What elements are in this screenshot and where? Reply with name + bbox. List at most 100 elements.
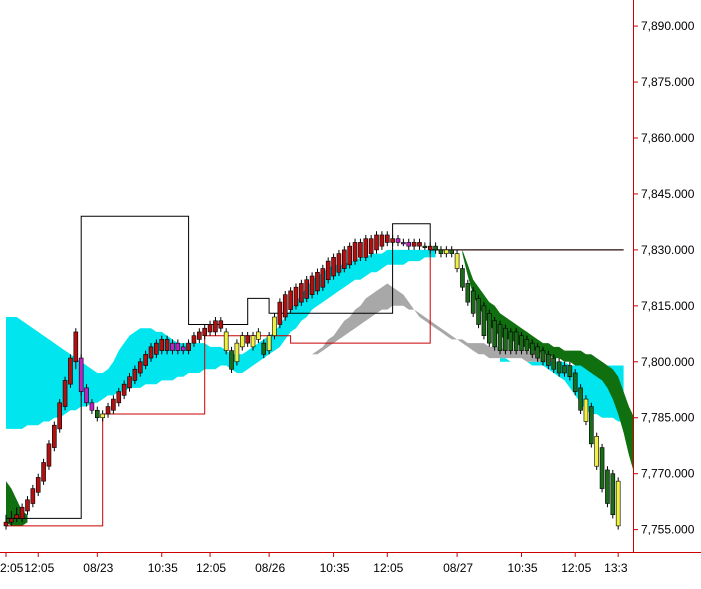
candle-body [481,305,487,336]
candle [476,294,481,329]
candle-body [390,238,395,243]
candle-body [492,320,497,348]
candle [508,328,514,355]
candle-body [148,346,154,359]
candle-body [250,335,256,348]
candle [513,328,519,355]
candle-body [132,368,138,381]
candle-body [266,335,272,351]
candle-body [304,279,310,299]
candle-body [535,346,540,359]
candle-body [374,234,379,251]
candle [481,302,487,340]
candle-body [583,398,589,422]
candle [342,246,347,273]
candle [272,313,277,340]
candle-body [19,506,25,519]
candle-body [154,342,159,355]
candle [229,346,234,373]
candle-body [562,365,567,374]
y-tick-label: 7,860.000 [641,131,695,145]
y-tick-label: 7,800.000 [641,355,695,369]
candle [277,298,283,329]
candle-body [3,521,9,527]
candle [470,287,476,318]
candle-body [111,398,116,411]
candle [46,440,52,470]
candle-body [529,342,535,355]
candle [78,354,84,396]
y-tick-label: 7,845.000 [641,187,695,201]
candle [460,264,465,291]
candle [605,466,610,508]
candle-body [540,350,546,363]
x-tick-label: 12:05 [24,561,54,575]
candle-body [444,249,449,254]
candle-body [519,335,524,351]
candle-body [9,518,14,523]
candle-body [170,342,175,351]
candle-body [325,260,331,281]
candle [363,234,369,262]
candle [352,238,358,265]
x-tick-label: 12:05 [373,561,403,575]
candle-body [239,335,245,348]
candle-body [465,283,471,303]
candle-body [615,480,621,527]
candle-body [433,245,438,251]
candle-body [277,301,283,325]
candle-body [175,342,181,351]
candle-body [358,242,363,258]
candle-body [315,271,320,292]
candle-body [422,245,428,248]
candle-body [57,402,63,430]
candle [336,249,342,276]
x-tick-label: 12:05 [561,561,591,575]
candle [68,354,73,388]
candle [572,369,578,396]
candle-body [476,298,481,325]
candle-body [384,234,390,243]
candle-body [551,357,557,370]
candle-body [379,234,385,247]
candle [299,279,304,306]
candle-body [368,238,374,254]
candle [615,477,621,530]
candle-body [299,283,304,303]
candle-body [454,253,460,269]
candle-body [288,290,293,310]
candle-body [524,339,530,351]
candle-body [14,514,20,519]
y-tick-label: 7,890.000 [641,19,695,33]
candle-body [470,290,476,314]
x-tick-label: 10:35 [148,561,178,575]
candle [594,432,600,470]
candle-body [438,249,444,254]
candle-body [272,316,277,336]
y-tick-label: 7,875.000 [641,75,695,89]
candle-body [143,354,148,366]
candle [41,458,46,485]
candle-body [411,242,417,247]
candle-body [121,383,127,396]
candle-body [159,339,165,351]
candle [583,395,589,426]
y-tick-label: 7,830.000 [641,243,695,257]
candle-body [449,249,455,254]
candle-body [213,320,218,333]
candle-body [282,294,288,318]
candle [304,276,310,303]
candle [325,257,331,284]
candle-body [406,242,412,247]
candle-body [486,312,492,344]
candle [320,264,326,291]
candle [610,469,616,519]
candle-body [223,331,229,351]
candle [57,399,63,433]
candle [234,339,240,366]
candle-body [352,242,358,262]
candle [309,272,315,299]
candle [492,317,497,351]
candle-body [180,346,186,351]
candle-body [427,245,433,251]
